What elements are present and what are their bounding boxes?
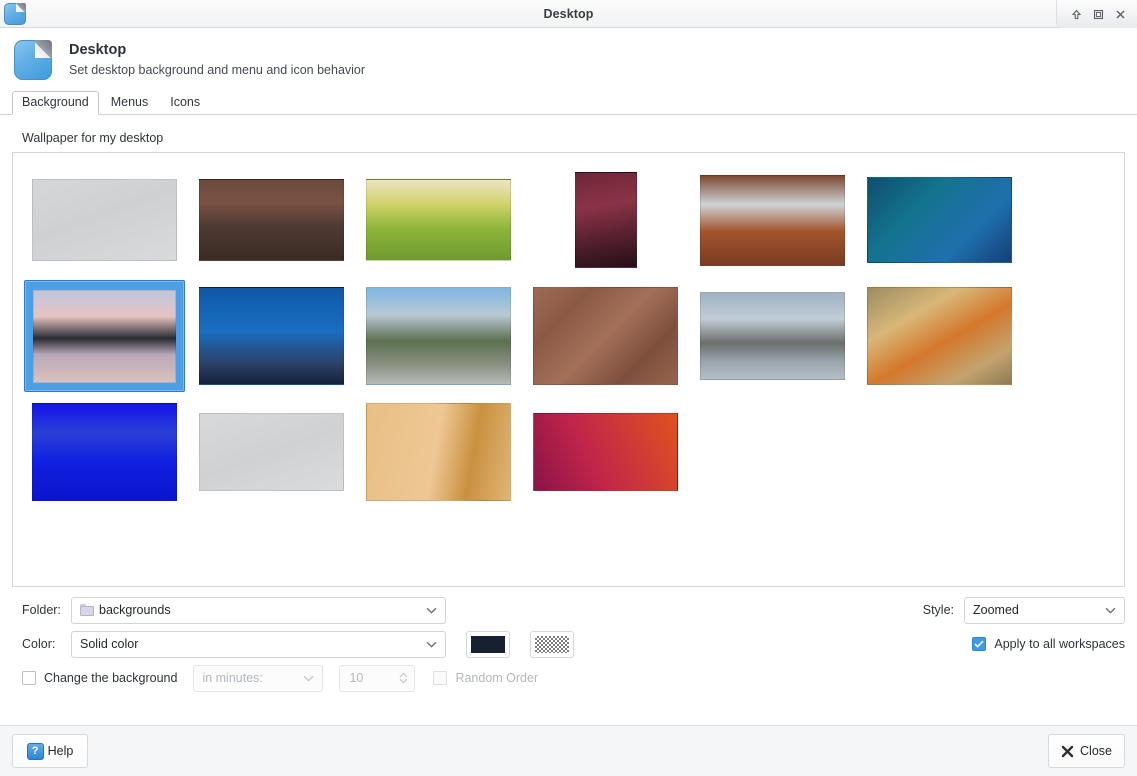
checkbox-box (22, 671, 36, 685)
page-subtitle: Set desktop background and menu and icon… (69, 62, 365, 80)
wallpaper-item[interactable] (859, 280, 1020, 392)
spinner-arrows-icon[interactable] (399, 672, 408, 684)
maximize-button[interactable] (1088, 4, 1108, 24)
interval-value-spinner[interactable]: 10 (339, 665, 415, 692)
wallpaper-dark-ear (575, 172, 637, 268)
style-combobox[interactable]: Zoomed (964, 597, 1125, 624)
wallpaper-sand-door (366, 403, 511, 501)
wallpaper-item[interactable] (358, 280, 519, 392)
color-swatch (471, 636, 505, 653)
help-button[interactable]: ? Help (12, 734, 88, 768)
style-label: Style: (923, 603, 954, 617)
wallpaper-item[interactable] (692, 280, 853, 392)
wallpaper-item[interactable] (24, 164, 185, 276)
help-label: Help (48, 744, 74, 758)
tab-icons[interactable]: Icons (160, 91, 210, 115)
chevron-down-icon (426, 603, 437, 617)
folder-icon (80, 604, 94, 616)
interval-unit-combobox[interactable]: in minutes: (193, 665, 323, 692)
dialog-footer: ? Help Close (0, 725, 1137, 776)
wallpaper-item[interactable] (358, 396, 519, 508)
color-row: Color: Solid color Apply to all workspac… (12, 627, 1125, 661)
chevron-down-icon (1105, 603, 1116, 617)
wallpaper-blue-aurora (867, 177, 1012, 263)
wallpaper-crocus-flower (366, 179, 511, 261)
question-mark-icon: ? (27, 743, 44, 760)
wallpaper-harbour-sunset (33, 290, 176, 383)
wallpaper-item[interactable] (191, 396, 352, 508)
wallpaper-blue-dome (199, 179, 344, 261)
wallpaper-list (12, 152, 1125, 587)
page-header: Desktop Set desktop background and menu … (0, 28, 1137, 92)
desktop-document-icon (12, 38, 52, 82)
window-title: Desktop (0, 7, 1137, 21)
change-background-row: Change the background in minutes: 10 Ran… (12, 661, 1125, 695)
color-label: Color: (12, 637, 71, 651)
interval-unit-value: in minutes: (202, 671, 262, 685)
close-x-icon (1061, 745, 1074, 758)
window-controls (1056, 0, 1137, 28)
wallpaper-blue-glitch (32, 403, 177, 501)
chevron-down-icon (426, 637, 437, 651)
folder-row: Folder: backgrounds Style: Zoomed (12, 593, 1125, 627)
color-value: Solid color (80, 637, 138, 651)
checkbox-box (972, 637, 986, 651)
style-value: Zoomed (973, 603, 1019, 617)
wallpaper-item[interactable] (525, 280, 686, 392)
wallpaper-item[interactable] (358, 164, 519, 276)
wallpaper-spice-market (867, 287, 1012, 385)
color-swatch-button[interactable] (466, 631, 510, 658)
tab-bar: Background Menus Icons (0, 92, 1137, 115)
wallpaper-item[interactable] (191, 280, 352, 392)
tab-background[interactable]: Background (12, 91, 99, 115)
apply-to-all-workspaces-label: Apply to all workspaces (994, 637, 1125, 651)
wallpaper-pier-water (700, 292, 845, 380)
close-label: Close (1080, 744, 1112, 758)
options-area: Folder: backgrounds Style: Zoomed Color:… (0, 587, 1137, 695)
close-button[interactable] (1110, 4, 1130, 24)
transparency-checkerboard-icon (535, 636, 569, 653)
wallpaper-item[interactable] (24, 396, 185, 508)
window-titlebar: Desktop (0, 0, 1137, 28)
wallpaper-wood-planks (533, 287, 678, 385)
change-background-label: Change the background (44, 671, 177, 685)
random-order-checkbox[interactable]: Random Order (433, 671, 538, 685)
wallpaper-red-gradient (533, 413, 678, 491)
wallpaper-item[interactable] (191, 164, 352, 276)
wallpaper-section-label: Wallpaper for my desktop (12, 125, 1125, 152)
change-background-checkbox[interactable]: Change the background (12, 671, 177, 685)
color-combobox[interactable]: Solid color (71, 631, 446, 658)
window-app-icon (4, 3, 26, 25)
wallpaper-item[interactable] (525, 164, 686, 276)
wallpaper-city-skyline (199, 287, 344, 385)
wallpaper-item[interactable] (859, 164, 1020, 276)
wallpaper-grey-swirl-2 (199, 413, 344, 491)
apply-to-all-workspaces-checkbox[interactable]: Apply to all workspaces (972, 637, 1125, 651)
page-title: Desktop (69, 41, 365, 61)
wallpaper-item[interactable] (525, 396, 686, 508)
folder-value: backgrounds (99, 603, 171, 617)
checkbox-box (433, 671, 447, 685)
wallpaper-grey-swirl (32, 179, 177, 261)
tab-menus[interactable]: Menus (101, 91, 159, 115)
wallpaper-grid (21, 162, 1116, 510)
folder-combobox[interactable]: backgrounds (71, 597, 446, 624)
alpha-swatch-button[interactable] (530, 631, 574, 658)
wallpaper-mountains (366, 287, 511, 385)
folder-label: Folder: (12, 603, 71, 617)
wallpaper-item[interactable] (24, 280, 185, 392)
wallpaper-item[interactable] (692, 164, 853, 276)
wallpaper-red-canyon (700, 175, 845, 266)
shade-button[interactable] (1066, 4, 1086, 24)
random-order-label: Random Order (455, 671, 538, 685)
interval-value: 10 (349, 671, 363, 685)
chevron-down-icon (303, 671, 314, 685)
close-dialog-button[interactable]: Close (1048, 734, 1125, 768)
